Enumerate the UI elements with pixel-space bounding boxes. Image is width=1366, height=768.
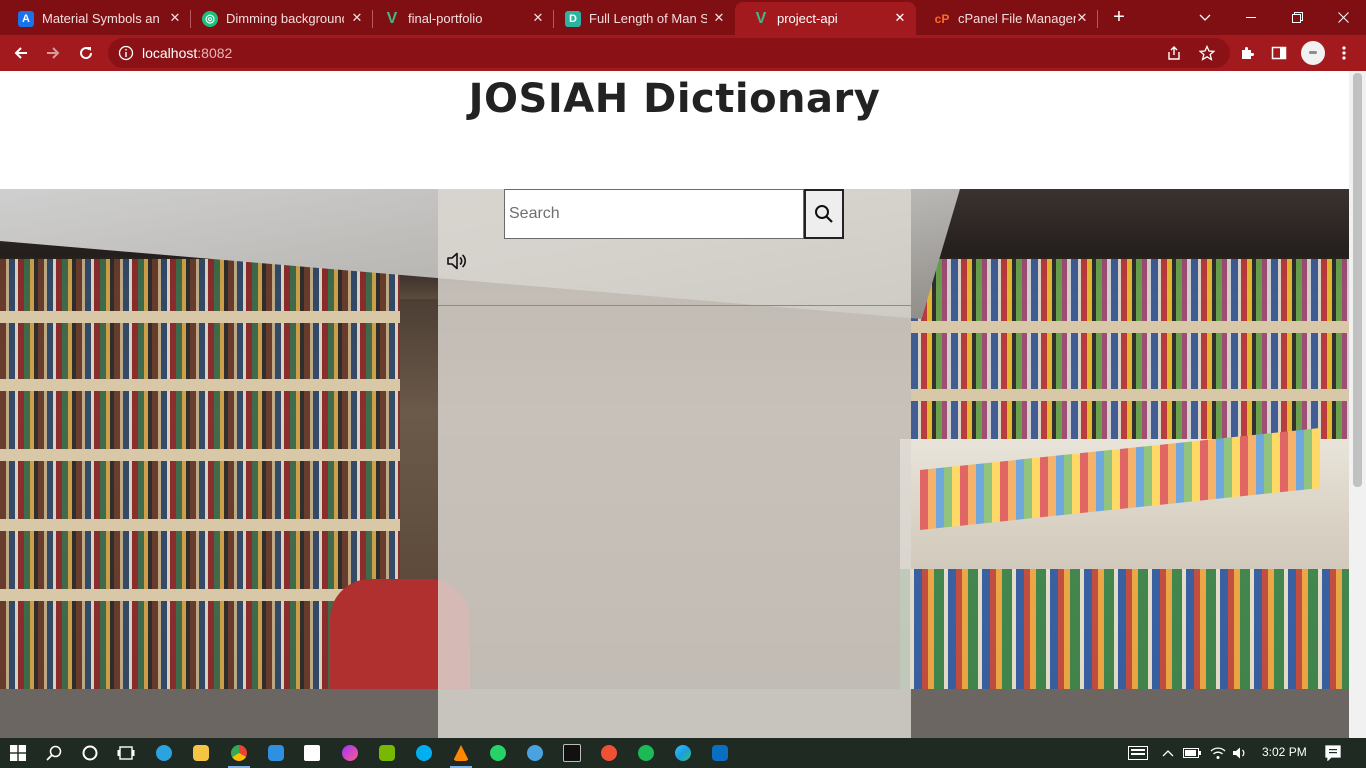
side-panel-button[interactable]	[1266, 40, 1292, 66]
back-arrow-icon	[14, 47, 27, 59]
store-icon[interactable]	[300, 741, 324, 765]
tab-5[interactable]: cP cPanel File Manager v ✕	[916, 2, 1098, 35]
file-explorer-icon[interactable]	[189, 741, 213, 765]
forward-arrow-icon	[47, 47, 60, 59]
dictionary-panel	[438, 189, 911, 738]
nvidia-icon[interactable]	[375, 741, 399, 765]
chevron-up-icon[interactable]	[1156, 741, 1180, 765]
speaker-icon	[447, 252, 467, 270]
edge-icon[interactable]	[671, 741, 695, 765]
scrollbar-thumb[interactable]	[1353, 73, 1362, 487]
search-button[interactable]	[804, 189, 844, 239]
battery-icon[interactable]	[1180, 741, 1204, 765]
tab-title: Material Symbols and	[42, 11, 160, 26]
remote-desktop-icon[interactable]	[708, 741, 732, 765]
new-tab-button[interactable]: +	[1108, 6, 1130, 28]
tab-title: Full Length of Man Sit	[589, 11, 707, 26]
browser-tab-strip: A Material Symbols and ✕ ◎ Dimming backg…	[0, 0, 1366, 35]
vue-icon: V	[755, 9, 767, 27]
tab-3[interactable]: D Full Length of Man Sit ✕	[547, 2, 735, 35]
telegram-icon[interactable]	[152, 741, 176, 765]
page-title: JOSIAH Dictionary	[468, 76, 881, 122]
tab-title: Dimming background	[226, 11, 344, 26]
back-button[interactable]	[8, 40, 34, 66]
windows-start-icon[interactable]	[6, 741, 30, 765]
close-icon[interactable]: ✕	[711, 10, 727, 26]
doc-icon: D	[565, 10, 581, 27]
whatsapp-icon[interactable]	[486, 741, 510, 765]
messenger-icon[interactable]	[338, 741, 362, 765]
skype-icon[interactable]	[412, 741, 436, 765]
tab-0[interactable]: A Material Symbols and ✕	[0, 2, 191, 35]
puzzle-icon	[1242, 47, 1254, 59]
tab-4-active[interactable]: V project-api ✕	[735, 2, 916, 35]
profile-avatar[interactable]	[1301, 41, 1325, 65]
close-icon[interactable]: ✕	[1074, 10, 1090, 26]
chevron-down-icon	[1199, 14, 1211, 21]
tab-title: project-api	[777, 11, 838, 26]
keyboard-icon[interactable]	[1126, 741, 1150, 765]
browser-toolbar: localhost:8082	[0, 35, 1366, 71]
extensions-button[interactable]	[1234, 40, 1260, 66]
chatgpt-icon: ◎	[202, 10, 218, 27]
close-icon[interactable]: ✕	[892, 10, 908, 26]
info-icon[interactable]	[118, 45, 134, 61]
url-text[interactable]: localhost:8082	[142, 45, 232, 61]
menu-button[interactable]	[1331, 40, 1357, 66]
spotify-icon[interactable]	[634, 741, 658, 765]
tab-search-button[interactable]	[1182, 0, 1228, 35]
close-icon[interactable]: ✕	[530, 10, 546, 26]
kebab-menu-icon	[1342, 46, 1346, 60]
search-icon	[815, 205, 833, 223]
windows-taskbar: 3:02 PM	[0, 738, 1366, 768]
search-icon[interactable]	[42, 741, 66, 765]
tab-separator	[1097, 10, 1098, 28]
cpanel-icon: cP	[934, 11, 950, 26]
minimize-button[interactable]	[1228, 0, 1274, 35]
search-input[interactable]	[504, 189, 804, 239]
wifi-icon[interactable]	[1206, 741, 1230, 765]
vue-icon: V	[386, 9, 398, 27]
tab-1[interactable]: ◎ Dimming background ✕	[184, 2, 373, 35]
tab-title: final-portfolio	[408, 11, 483, 26]
pronunciation-audio-button[interactable]	[445, 249, 469, 273]
restore-button[interactable]	[1274, 0, 1320, 35]
cortana-icon[interactable]	[78, 741, 102, 765]
clock-time[interactable]: 3:02 PM	[1262, 745, 1307, 759]
address-bar[interactable]: localhost:8082	[108, 38, 1230, 68]
reload-button[interactable]	[73, 40, 99, 66]
close-icon	[1337, 12, 1349, 23]
chrome-icon[interactable]	[227, 741, 251, 765]
vscode-icon[interactable]	[264, 741, 288, 765]
terminal-icon[interactable]	[560, 741, 584, 765]
task-view-icon[interactable]	[114, 741, 138, 765]
page-viewport: JOSIAH Dictionary	[0, 71, 1349, 738]
close-icon[interactable]: ✕	[349, 10, 365, 26]
reload-icon	[80, 47, 93, 60]
forward-button[interactable]	[40, 40, 66, 66]
volume-icon[interactable]	[1228, 741, 1252, 765]
search-bar	[504, 189, 844, 239]
close-window-button[interactable]	[1320, 0, 1366, 35]
git-icon[interactable]	[597, 741, 621, 765]
page-scrollbar[interactable]	[1349, 71, 1366, 738]
close-icon[interactable]: ✕	[167, 10, 183, 26]
share-icon[interactable]	[1166, 45, 1182, 61]
google-fonts-icon: A	[18, 10, 34, 27]
url-host: localhost	[142, 45, 198, 61]
tab-2[interactable]: V final-portfolio ✕	[366, 2, 554, 35]
notification-center-icon[interactable]	[1321, 741, 1345, 765]
side-panel-icon	[1271, 46, 1287, 60]
minimize-icon	[1246, 16, 1256, 18]
panel-divider	[438, 305, 911, 306]
restore-icon	[1291, 12, 1303, 23]
url-port: :8082	[197, 45, 233, 61]
bookmark-star-icon[interactable]	[1199, 45, 1215, 61]
tab-title: cPanel File Manager v	[958, 11, 1076, 26]
vlc-icon[interactable]	[449, 741, 473, 765]
network-icon[interactable]	[523, 741, 547, 765]
